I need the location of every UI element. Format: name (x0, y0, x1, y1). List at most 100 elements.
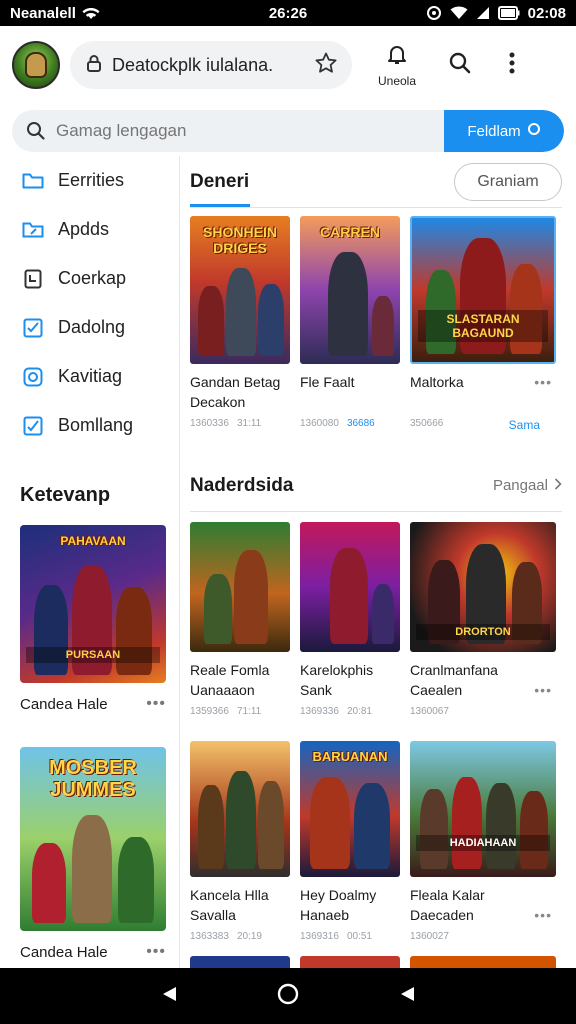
meta-value: 36686 (346, 418, 375, 429)
game-title-line: Savalla (190, 907, 236, 923)
game-meta: 1360080 36686 (300, 418, 400, 429)
cover-figure (520, 791, 548, 869)
more-horiz-icon[interactable]: ••• (146, 695, 166, 713)
sidebar-item-kavitiag[interactable]: Kavitiag (0, 352, 179, 401)
game-card[interactable] (410, 956, 556, 968)
home-button[interactable] (273, 981, 303, 1011)
game-title: Gandan Betag Decakon (190, 372, 290, 412)
section-see-all-link[interactable]: Pangaal (493, 477, 562, 494)
game-cover[interactable]: DRORTON (410, 522, 556, 652)
game-cover[interactable] (190, 741, 290, 877)
sidebar-item-coerkap[interactable]: Coerkap (0, 254, 179, 303)
game-cover[interactable]: CARREN (300, 216, 400, 364)
checkbox-icon (22, 317, 44, 339)
more-horiz-icon[interactable]: ••• (534, 680, 552, 700)
game-cover[interactable] (190, 956, 290, 968)
home-icon (277, 983, 299, 1010)
folder-edit-icon (22, 219, 44, 241)
card-caption-row: Candea Hale ••• (20, 943, 166, 961)
search-button[interactable] (440, 45, 480, 85)
game-cover[interactable] (410, 956, 556, 968)
more-horiz-icon[interactable]: ••• (534, 905, 552, 925)
game-card[interactable]: SLASTARAN BAGAUND Maltorka ••• 350666 Sa… (410, 216, 556, 432)
cover-figure (204, 574, 232, 644)
cover-figure (420, 789, 448, 869)
card-row: SHONHEIN DRIGES Gandan Betag Decakon 136… (190, 216, 576, 432)
cover-figure (310, 777, 350, 869)
sync-icon (426, 5, 442, 21)
more-horiz-icon[interactable]: ••• (534, 372, 552, 392)
avatar[interactable] (12, 41, 60, 89)
sidebar-item-dadolng[interactable]: Dadolng (0, 303, 179, 352)
game-card[interactable]: Reale Fomla Uanaaaon 1359366 71:11 (190, 522, 290, 717)
section-link-label: Pangaal (492, 477, 548, 494)
game-cover[interactable]: PAHAVAAN PURSAAN (20, 525, 166, 683)
folder-icon (22, 170, 44, 192)
cover-title: PAHAVAAN (60, 534, 126, 548)
game-cover[interactable]: MOSBER JUMMES (20, 747, 166, 931)
cover-figure (328, 252, 368, 356)
game-cover[interactable] (300, 522, 400, 652)
recents-button[interactable] (392, 981, 422, 1011)
game-title-line: Hanaeb (300, 907, 350, 923)
game-title-line: Uanaaaon (190, 682, 255, 698)
game-cover[interactable]: BARUANAN (300, 741, 400, 877)
game-meta: 1360336 31:11 (190, 418, 290, 429)
game-title: Reale Fomla Uanaaaon (190, 660, 290, 700)
game-cover[interactable]: HADIAHAAN (410, 741, 556, 877)
game-title: Fle Faalt (300, 372, 400, 412)
game-meta: 1369316 00:51 (300, 931, 400, 942)
game-card[interactable]: SHONHEIN DRIGES Gandan Betag Decakon 136… (190, 216, 290, 432)
meta-value: 20:81 (346, 706, 372, 717)
game-card[interactable]: Karelokphis Sank 1369336 20:81 (300, 522, 400, 717)
game-card[interactable]: HADIAHAAN Fleala Kalar Daecaden ••• 1360… (410, 741, 556, 942)
url-text[interactable]: Deatockplk iulalana. (112, 55, 314, 76)
star-icon[interactable] (314, 51, 338, 80)
game-cover[interactable] (300, 956, 400, 968)
game-card[interactable]: DRORTON Cranlmanfana Caealen ••• 1360067 (410, 522, 556, 717)
sidebar-item-apdds[interactable]: Apdds (0, 205, 179, 254)
carrier-group: Neanalell (10, 5, 100, 22)
battery-icon (497, 6, 520, 20)
game-card[interactable] (300, 956, 400, 968)
cover-banner: HADIAHAAN (416, 835, 550, 851)
wifi-signal-icon (450, 6, 468, 20)
game-title-line: Hey Doalmy (300, 887, 377, 903)
search-submit-button[interactable]: Feldlam (444, 110, 564, 152)
chevron-right-icon (554, 477, 562, 494)
address-bar[interactable]: Deatockplk iulalana. (70, 41, 352, 89)
avatar-face (25, 52, 47, 78)
game-meta: 1360027 (410, 931, 556, 942)
sidebar-card[interactable]: MOSBER JUMMES Candea Hale ••• (20, 747, 166, 961)
cover-figure (486, 783, 516, 869)
game-card[interactable] (190, 956, 290, 968)
search-input[interactable] (56, 121, 444, 141)
cover-figure (372, 584, 394, 644)
game-card[interactable]: CARREN Fle Faalt 1360080 36686 (300, 216, 400, 432)
section-action-button[interactable]: Graniam (454, 162, 562, 201)
more-menu-button[interactable] (492, 45, 532, 85)
rating-count: 1360027 (410, 931, 449, 942)
sidebar-item-eerrities[interactable]: Eerrities (0, 156, 179, 205)
game-meta: 1369336 20:81 (300, 706, 400, 717)
game-card[interactable]: BARUANAN Hey Doalmy Hanaeb 1369316 00:51 (300, 741, 400, 942)
search-bar: Feldlam (12, 110, 564, 152)
notifications-label: Uneola (377, 74, 417, 88)
game-cover[interactable]: SLASTARAN BAGAUND (410, 216, 556, 364)
more-horiz-icon[interactable]: ••• (146, 943, 166, 961)
game-cover[interactable]: SHONHEIN DRIGES (190, 216, 290, 364)
card-caption: Candea Hale (20, 695, 108, 713)
game-meta: 350666 Sama (410, 418, 556, 432)
game-card[interactable]: Kancela Hlla Savalla 1363383 20:19 (190, 741, 290, 942)
bell-icon (385, 42, 409, 71)
recents-icon (398, 985, 416, 1008)
rating-count: 350666 (410, 418, 444, 429)
sidebar-item-bomllang[interactable]: Bomllang (0, 401, 179, 450)
back-button[interactable] (154, 981, 184, 1011)
sidebar-item-label: Coerkap (58, 268, 127, 288)
game-cover[interactable] (190, 522, 290, 652)
lock-icon (86, 54, 102, 77)
notifications-button[interactable]: Uneola (366, 42, 428, 88)
game-title: Hey Doalmy Hanaeb (300, 885, 400, 925)
sidebar-card[interactable]: PAHAVAAN PURSAAN Candea Hale ••• (20, 525, 166, 713)
